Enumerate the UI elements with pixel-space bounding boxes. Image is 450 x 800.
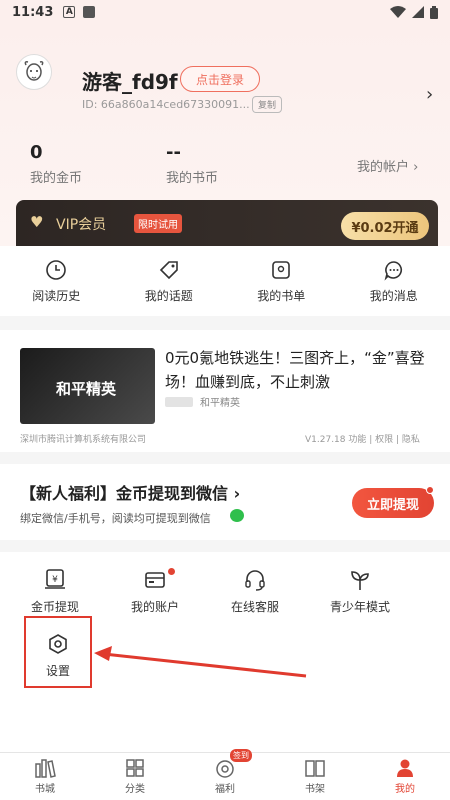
reading-history-label: 阅读历史 [32,288,81,303]
my-topics-label: 我的话题 [144,288,193,303]
bookstore-icon [35,759,56,778]
reading-history-item[interactable]: 阅读历史 [0,246,113,316]
my-booklist-item[interactable]: 我的书单 [225,246,338,316]
status-bar: 11:43 A [0,0,450,24]
service-youth-mode[interactable]: 青少年模式 [310,568,410,615]
ad-card[interactable]: 和平精英 × 0元0氪地铁逃生！三图齐上，“金”喜登场！血赚到底，不止刺激 和平… [0,330,450,452]
vip-banner[interactable]: ♥ VIP会员 限时试用 ¥0.02开通 [16,200,438,246]
coins-value: 0 [30,142,43,163]
service-withdraw-label: 金币提现 [30,600,79,614]
tab-profile[interactable]: 我的 [360,753,450,800]
wifi-icon [390,6,406,18]
welfare-subtitle: 绑定微信/手机号，阅读均可提现到微信 [20,512,211,525]
booklist-icon [272,260,291,279]
notification-a-icon: A [63,6,76,18]
service-youth-mode-label: 青少年模式 [329,600,390,614]
bottom-tab-bar: 书城 分类 签到 福利 书架 我的 [0,749,450,800]
my-messages-item[interactable]: 我的消息 [338,246,450,316]
quick-actions: 阅读历史 我的话题 我的书单 我的消息 [0,246,450,316]
profile-header: 游客_fd9f 点击登录 ID: 66a860a14ced67330091...… [0,24,450,246]
bookshelf-icon [305,760,325,777]
book-coins-value: -- [166,142,181,163]
coins-stat[interactable]: 0 我的金币 [30,142,82,186]
vip-heart-icon: ♥ [30,213,44,231]
service-withdraw[interactable]: ¥ 金币提现 [5,568,105,615]
ad-title[interactable]: 0元0氪地铁逃生！三图齐上，“金”喜登场！血赚到底，不止刺激 [165,346,437,394]
coins-label: 我的金币 [30,171,83,186]
notification-square-icon [83,6,96,18]
goat-avatar-icon [24,61,44,81]
chevron-right-icon[interactable]: › [426,84,433,105]
user-id: ID: 66a860a14ced67330091... [82,98,250,111]
headset-icon [245,570,265,591]
my-topics-item[interactable]: 我的话题 [113,246,226,316]
ad-image-title: 和平精英 [56,380,117,398]
category-icon [126,759,144,777]
tab-bookshelf[interactable]: 书架 [270,753,360,800]
tab-bookshelf-label: 书架 [305,784,325,795]
wallet-icon [145,572,165,588]
withdraw-now-button[interactable]: 立即提现 [352,488,434,518]
profile-icon [397,759,413,777]
battery-icon [430,5,438,19]
vip-label: VIP会员 [56,217,107,233]
tab-bookstore-label: 书城 [35,784,55,795]
service-customer-support-label: 在线客服 [230,600,279,614]
status-time: 11:43 [12,4,54,20]
my-messages-label: 我的消息 [369,288,418,303]
my-booklist-label: 我的书单 [257,288,306,303]
clock-icon [46,259,67,280]
avatar[interactable] [16,54,52,90]
ad-image[interactable]: 和平精英 × [20,348,155,424]
withdraw-icon: ¥ [45,569,65,589]
vip-open-button[interactable]: ¥0.02开通 [341,212,429,240]
welfare-card[interactable]: 【新人福利】金币提现到微信 › 绑定微信/手机号，阅读均可提现到微信 立即提现 [0,464,450,540]
account-dot-badge [168,568,175,575]
ad-version-links[interactable]: V1.27.18 功能 | 权限 | 隐私 [305,432,420,445]
settings-highlight-box [24,616,92,688]
tab-bookstore[interactable]: 书城 [0,753,90,800]
message-icon [384,260,402,281]
tab-category[interactable]: 分类 [90,753,180,800]
tab-welfare[interactable]: 签到 福利 [180,749,270,800]
wechat-icon [230,509,244,522]
welfare-title[interactable]: 【新人福利】金币提现到微信 › [20,480,240,504]
my-account-link[interactable]: 我的帐户 › [357,156,418,175]
login-button[interactable]: 点击登录 [180,66,260,92]
tab-welfare-label: 福利 [215,784,235,795]
withdraw-dot-badge [426,486,434,494]
service-my-account[interactable]: 我的账户 [105,568,205,615]
book-coins-label: 我的书币 [166,171,219,186]
ad-tag [165,397,193,407]
sprout-icon [351,571,369,590]
service-customer-support[interactable]: 在线客服 [205,568,305,615]
copy-id-button[interactable]: 复制 [252,96,283,113]
tab-profile-label: 我的 [395,784,415,795]
tag-icon [159,260,178,279]
signal-icon [412,6,424,18]
username: 游客_fd9f [82,70,178,94]
ad-company: 深圳市腾讯计算机系统有限公司 [20,435,147,445]
sign-in-badge: 签到 [230,749,252,762]
ad-source: 和平精英 [200,398,240,409]
tab-category-label: 分类 [125,784,145,795]
svg-text:¥: ¥ [52,575,58,585]
annotation-arrow [94,646,307,678]
vip-trial-badge: 限时试用 [134,214,182,233]
service-my-account-label: 我的账户 [130,600,179,614]
book-coins-stat[interactable]: -- 我的书币 [166,142,218,186]
